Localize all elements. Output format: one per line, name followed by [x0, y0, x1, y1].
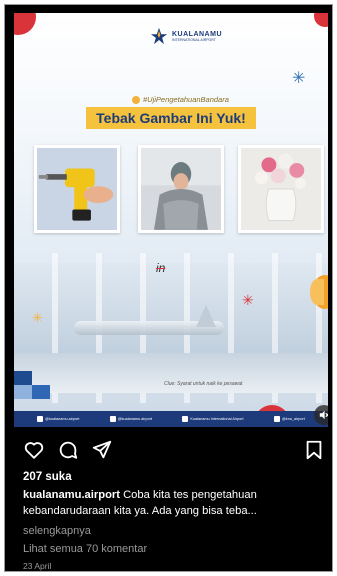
- twitter-icon: [109, 416, 116, 422]
- post-image[interactable]: KUALANAMU INTERNATIONAL AIRPORT ✳ ✳ ✳ #U…: [14, 13, 328, 427]
- kualanamu-logo: KUALANAMU INTERNATIONAL AIRPORT: [150, 27, 222, 45]
- social-handle: Kualanamu International Airport: [182, 416, 244, 422]
- clue-text: Clue: Syarat untuk naik ke pesawat: [164, 381, 243, 387]
- heart-icon: [24, 442, 44, 459]
- facebook-icon: [182, 416, 189, 422]
- social-handle: @kno_airport: [273, 416, 305, 422]
- bookmark-icon: [306, 440, 322, 460]
- decor-circle: [14, 13, 36, 35]
- headline-banner: Tebak Gambar Ini Yuk!: [86, 107, 256, 129]
- instagram-icon: [37, 416, 44, 422]
- snowflake-icon: ✳: [292, 70, 306, 87]
- social-handle: @kualanamu.airport: [109, 416, 152, 422]
- phone-screen: KUALANAMU INTERNATIONAL AIRPORT ✳ ✳ ✳ #U…: [4, 4, 333, 572]
- social-handle: @kualanamu.airport: [37, 416, 79, 422]
- speaker-muted-icon: [319, 410, 328, 420]
- mute-button[interactable]: [314, 405, 328, 425]
- comment-icon: [59, 441, 78, 459]
- brand-name: KUALANAMU: [172, 30, 222, 38]
- picture-drill: [34, 145, 120, 233]
- username-link[interactable]: kualanamu.airport: [23, 489, 120, 501]
- decor-blocks: [14, 371, 54, 401]
- picture-person-cold: [138, 145, 224, 233]
- answer-hint: in: [156, 261, 166, 275]
- post-caption: kualanamu.airport Coba kita tes pengetah…: [23, 488, 323, 519]
- see-more-link[interactable]: selengkapnya: [23, 525, 91, 537]
- hashtag-label: #UjiPengetahuanBandara: [132, 95, 229, 104]
- comment-button[interactable]: [57, 439, 79, 461]
- share-icon: [92, 440, 112, 459]
- share-button[interactable]: [91, 439, 113, 461]
- sparkle-icon: ✳: [32, 310, 43, 325]
- bulb-icon: [132, 95, 140, 104]
- bookmark-button[interactable]: [303, 439, 325, 461]
- like-count[interactable]: 207 suka: [23, 471, 72, 483]
- picture-flower-vase: [238, 145, 324, 233]
- decor-circle: [314, 13, 328, 27]
- view-comments-link[interactable]: Lihat semua 70 komentar: [23, 543, 147, 555]
- post-date: 23 April: [23, 561, 52, 571]
- web-icon: [273, 416, 280, 422]
- post-actions-bar: [19, 437, 329, 463]
- brand-subtitle: INTERNATIONAL AIRPORT: [172, 37, 216, 42]
- decor-circle: [310, 279, 324, 305]
- like-button[interactable]: [23, 439, 45, 461]
- star-logo-icon: [150, 27, 168, 45]
- sparkle-icon: ✳: [242, 292, 254, 308]
- social-handles-strip: @kualanamu.airport @kualanamu.airport Ku…: [14, 411, 328, 427]
